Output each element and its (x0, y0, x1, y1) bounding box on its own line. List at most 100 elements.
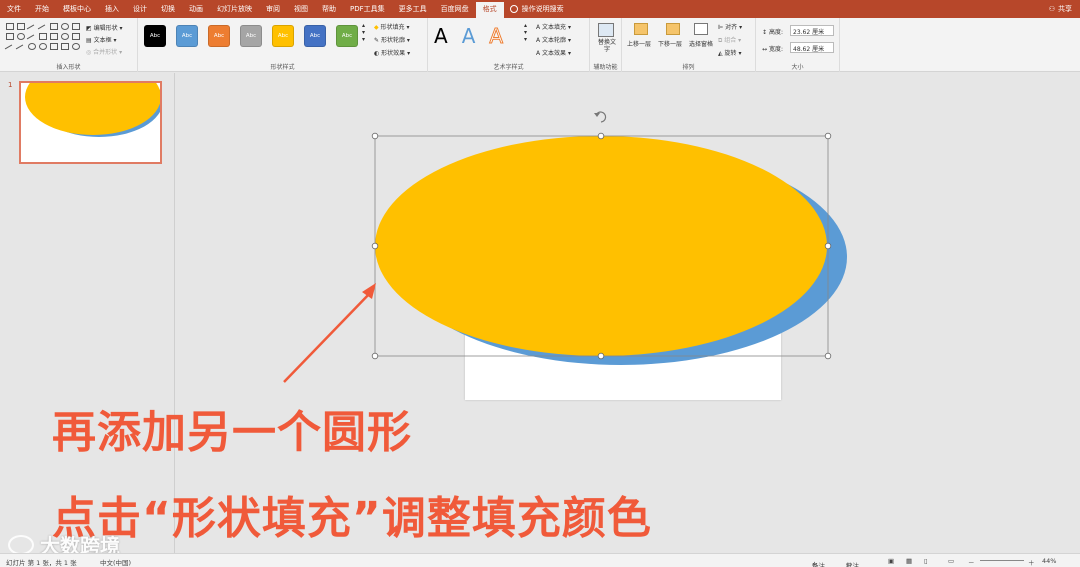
wordart-scroll[interactable]: ▴ ▾ ▾ (524, 22, 527, 43)
arrange-label: 排列 (682, 64, 695, 71)
slide-thumbnail-panel: 1 (0, 73, 175, 553)
zoom-out-icon[interactable]: － (968, 557, 975, 567)
tab-3[interactable]: 插入 (98, 0, 126, 18)
rectangle-shape-icon[interactable] (72, 23, 80, 30)
tab-5[interactable]: 切换 (154, 0, 182, 18)
normal-view-icon[interactable]: ▣ (888, 557, 894, 565)
shape-effects-button[interactable]: ◐ 形状效果 ▾ (374, 48, 410, 57)
shape-style-swatch[interactable]: Abc (272, 25, 294, 47)
slide-thumbnail[interactable] (19, 81, 162, 164)
effects-icon: ◐ (374, 50, 380, 57)
rectangle-shape-icon[interactable] (6, 33, 14, 40)
insert-shapes-label: 插入形状 (56, 64, 81, 71)
wordart-blue[interactable]: A (462, 24, 476, 48)
rotate-icon: ◭ (718, 50, 723, 57)
shape-style-gallery[interactable]: Abc Abc Abc Abc Abc Abc Abc (144, 25, 358, 47)
shape-style-swatch[interactable]: Abc (240, 25, 262, 47)
selection-pane-icon (694, 23, 708, 35)
group-icon: ⧉ (718, 37, 723, 44)
curve-shape-icon[interactable] (15, 44, 27, 55)
tab-8[interactable]: 审阅 (259, 0, 287, 18)
reading-view-icon[interactable]: ▯ (924, 557, 928, 565)
ribbon-tab-bar: 文件 开始 模板中心 插入 设计 切换 动画 幻灯片放映 审阅 视图 帮助 PDF工具集 更多工具 百度网… (0, 0, 1080, 18)
slide-info: 幻灯片 第 1 张，共 1 张 (6, 559, 77, 567)
tab-9[interactable]: 视图 (287, 0, 315, 18)
tab-12[interactable]: 更多工具 (392, 0, 434, 18)
wordart-gallery[interactable]: A A A (434, 24, 504, 49)
tab-14[interactable]: 格式 (475, 2, 504, 18)
bring-forward-button[interactable]: 上移一层 (627, 39, 651, 48)
pen-icon: ✎ (374, 37, 380, 44)
alt-text-button[interactable]: 替换文字 (596, 39, 618, 53)
text-fill-button[interactable]: A 文本填充 ▾ (536, 22, 571, 31)
brace-shape-icon[interactable] (61, 43, 69, 50)
width-label: ↔ 宽度: (762, 46, 783, 53)
line-shape-icon[interactable] (26, 24, 38, 35)
textbox-shape-icon[interactable] (17, 23, 25, 30)
bracket-shape-icon[interactable] (50, 43, 58, 50)
text-effects-button[interactable]: A 文本效果 ▾ (536, 48, 571, 57)
shape-style-swatch[interactable]: Abc (304, 25, 326, 47)
merge-shapes-button[interactable]: ◎ 合并形状 ▾ (86, 47, 122, 56)
share-button[interactable]: ⚇ 共享 (1049, 0, 1072, 18)
tab-13[interactable]: 百度网盘 (434, 0, 476, 18)
shape-style-swatch[interactable]: Abc (336, 25, 358, 47)
tab-7[interactable]: 幻灯片放映 (210, 0, 259, 18)
width-input[interactable]: 48.62 厘米 (790, 42, 834, 53)
shape-style-swatch[interactable]: Abc (208, 25, 230, 47)
tell-me-search[interactable]: 操作说明搜索 (509, 4, 564, 14)
wordart-styles-group: A A A ▴ ▾ ▾ A 文本填充 ▾ A 文本轮廓 ▾ A 文本效果 ▾ 艺术字… (428, 18, 590, 72)
bring-forward-icon (634, 23, 648, 35)
slide-sorter-icon[interactable]: ▦ (906, 557, 912, 565)
arrow-annotation-icon (283, 283, 376, 383)
oval-shape-icon[interactable] (39, 43, 47, 50)
rectangle-shape-icon[interactable] (50, 33, 58, 40)
tab-4[interactable]: 设计 (126, 0, 154, 18)
yellow-ellipse[interactable] (375, 136, 827, 356)
edit-shape-button[interactable]: ◩ 编辑形状 ▾ (86, 23, 123, 32)
shape-outline-button[interactable]: ✎ 形状轮廓 ▾ (374, 35, 410, 44)
oval-shape-icon[interactable] (61, 33, 69, 40)
selection-pane-button[interactable]: 选择窗格 (689, 39, 713, 48)
slide-canvas (176, 73, 1080, 553)
wordart-orange[interactable]: A (489, 24, 504, 49)
shape-style-swatch[interactable]: Abc (144, 25, 166, 47)
alt-text-icon[interactable] (598, 23, 614, 37)
shape-fill-button[interactable]: ◆ 形状填充 ▾ (374, 22, 409, 31)
zoom-slider[interactable] (980, 560, 1024, 561)
text-box-button[interactable]: ▤ 文本框 ▾ (86, 35, 117, 44)
rotate-button[interactable]: ◭ 旋转 ▾ (718, 48, 741, 57)
oval-shape-icon[interactable] (61, 23, 69, 30)
rectangle-shape-icon[interactable] (72, 33, 80, 40)
thumbnail-preview (25, 83, 160, 137)
language-status[interactable]: 中文(中国) (100, 557, 131, 567)
shape-style-swatch[interactable]: Abc (176, 25, 198, 47)
tab-10[interactable]: 帮助 (315, 0, 343, 18)
size-group: ↕ 高度: 23.62 厘米 ↔ 宽度: 48.62 厘米 大小 (756, 18, 840, 72)
rotate-handle-icon[interactable] (594, 111, 607, 123)
oval-shape-icon[interactable] (17, 33, 25, 40)
zoom-level[interactable]: 44% (1042, 557, 1056, 565)
slideshow-icon[interactable]: ▭ (948, 557, 954, 565)
tab-1[interactable]: 开始 (28, 0, 56, 18)
zoom-in-icon[interactable]: ＋ (1028, 557, 1035, 567)
send-backward-button[interactable]: 下移一层 (658, 39, 682, 48)
tab-6[interactable]: 动画 (182, 0, 210, 18)
text-outline-button[interactable]: A 文本轮廓 ▾ (536, 35, 571, 44)
shape-styles-scroll[interactable]: ▴ ▾ ▾ (362, 22, 365, 43)
height-input[interactable]: 23.62 厘米 (790, 25, 834, 36)
rectangle-shape-icon[interactable] (6, 23, 14, 30)
size-label: 大小 (791, 64, 804, 71)
shapes-gallery[interactable] (4, 23, 80, 55)
rectangle-shape-icon[interactable] (50, 23, 58, 30)
tab-0[interactable]: 文件 (0, 0, 28, 18)
wordart-black[interactable]: A (434, 24, 448, 48)
shape-styles-label: 形状样式 (270, 64, 295, 71)
curve-shape-icon[interactable] (4, 44, 16, 55)
star-shape-icon[interactable] (72, 43, 80, 50)
width-icon: ↔ (762, 46, 768, 53)
align-button[interactable]: ⊫ 对齐 ▾ (718, 22, 742, 31)
tab-11[interactable]: PDF工具集 (343, 0, 392, 18)
group-button[interactable]: ⧉ 组合 ▾ (718, 35, 741, 45)
tab-2[interactable]: 模板中心 (56, 0, 98, 18)
